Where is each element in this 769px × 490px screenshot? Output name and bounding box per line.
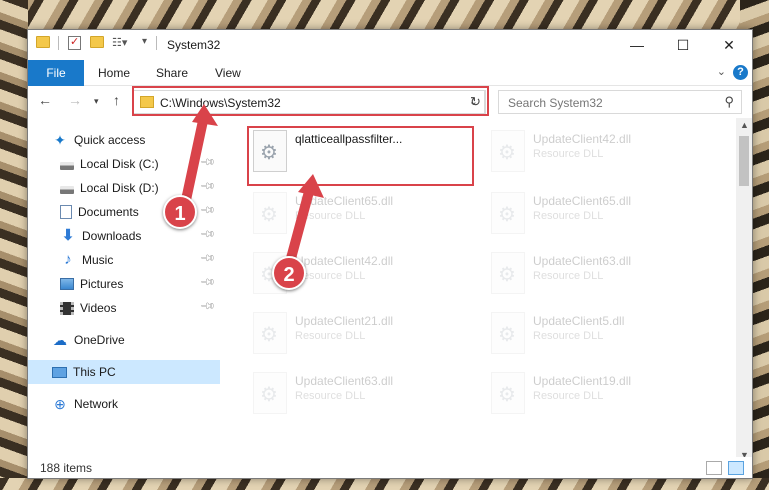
annotation-arrows (181, 104, 324, 267)
arrow-to-address-bar (181, 111, 209, 205)
arrow-to-file (285, 183, 315, 267)
arrow-head-file (298, 174, 324, 198)
step-badge-1: 1 (163, 195, 197, 229)
step-badge-2: 2 (272, 256, 306, 290)
arrow-head-address (192, 104, 218, 126)
